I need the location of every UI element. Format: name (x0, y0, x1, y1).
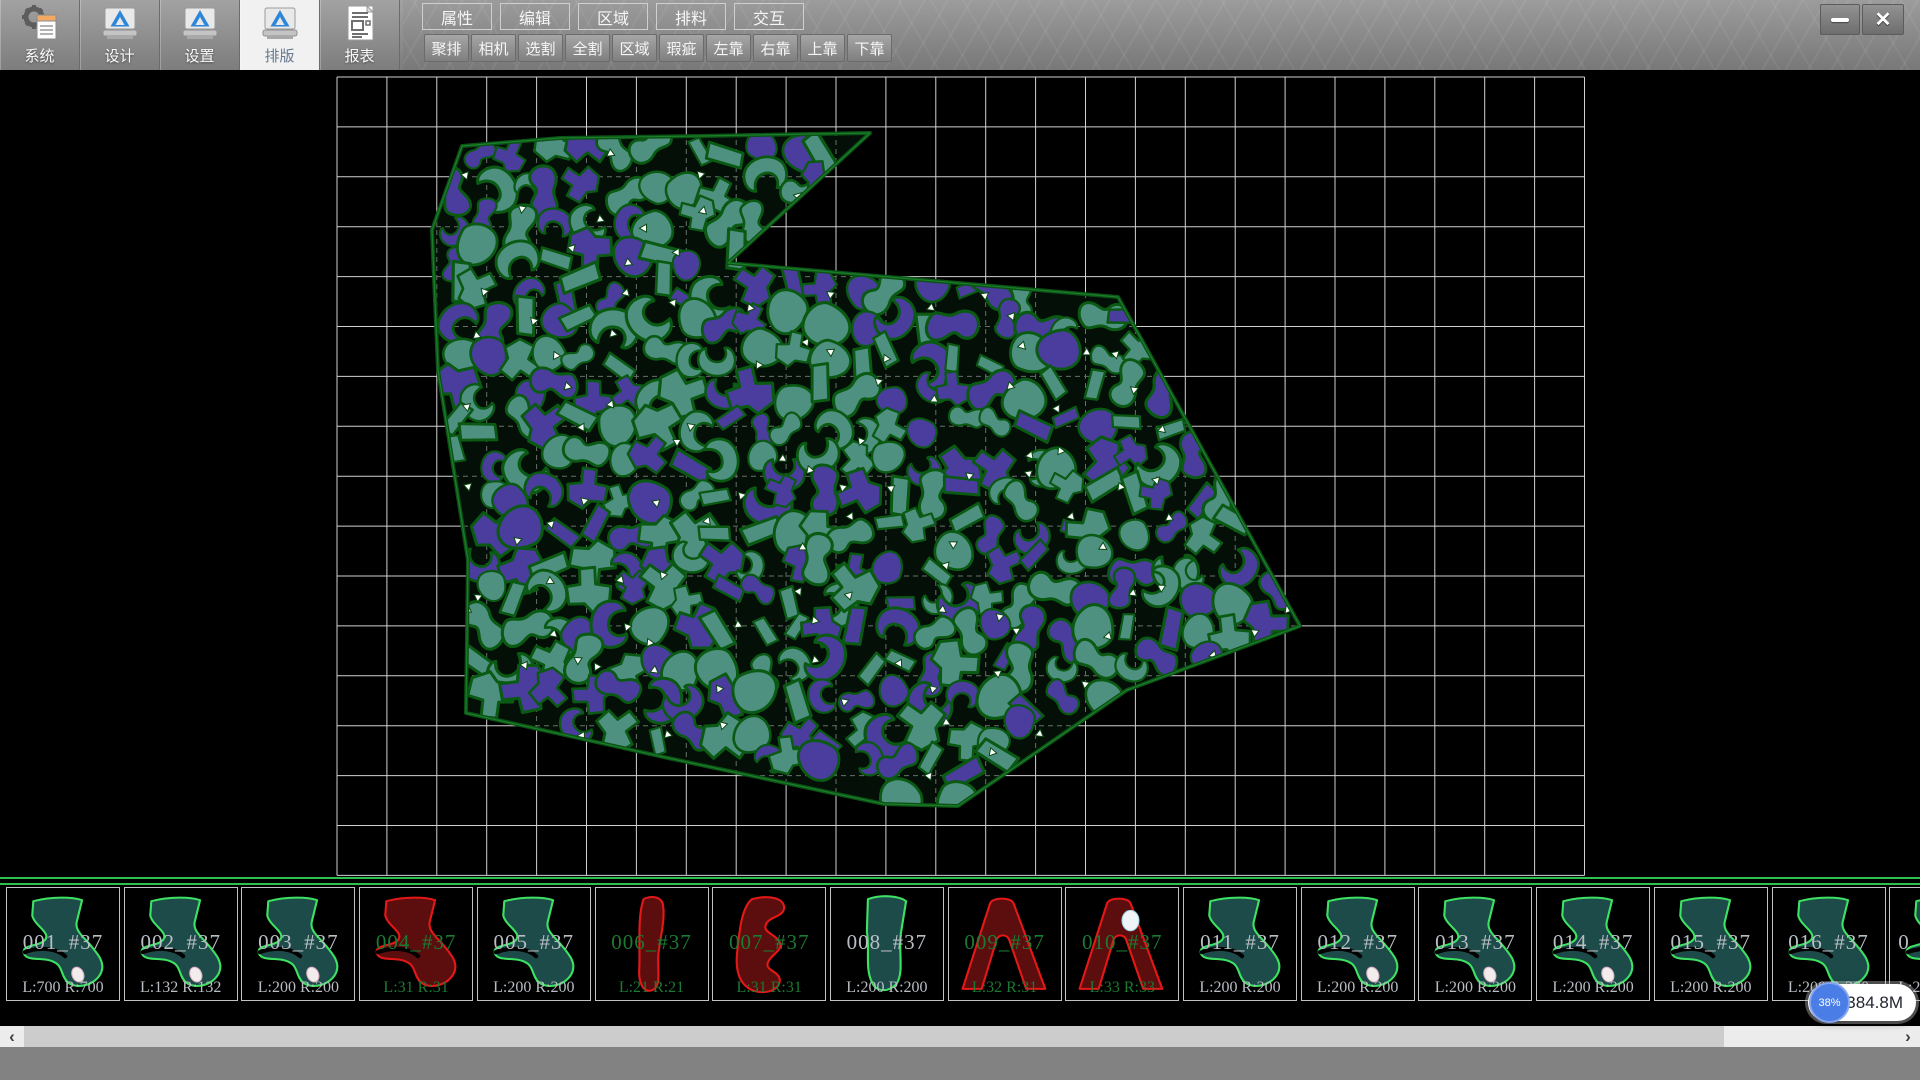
close-icon: ✕ (1875, 7, 1892, 32)
scroll-left-arrow-icon[interactable]: ‹ (0, 1026, 24, 1047)
tool-button[interactable]: 瑕疵 (659, 34, 704, 62)
piece-lr-count-label: L:33 R:33 (1066, 979, 1178, 997)
piece-lr-count-label: L:700 R:700 (7, 979, 119, 997)
nav-button-label: 排版 (264, 45, 294, 66)
green-separator (0, 877, 1920, 885)
menu-tab-row: 属性编辑区域排料交互 (422, 3, 804, 30)
thumbnail-cell[interactable]: 006_#37 L:21 R:21 (595, 887, 709, 1001)
nav-button-report[interactable]: 报表 (320, 0, 400, 70)
usage-percent-value: 38% (1818, 997, 1840, 1009)
piece-id-label: 009_#37 (949, 930, 1061, 955)
nesting-canvas[interactable] (0, 70, 1920, 877)
nav-button-label: 设计 (104, 45, 134, 66)
canvas-area (0, 70, 1920, 877)
menu-tab[interactable]: 属性 (422, 3, 492, 30)
nav-button-label: 设置 (184, 45, 214, 66)
piece-id-label: 011_#37 (1184, 930, 1296, 955)
layout-icon (260, 3, 300, 45)
scrollbar-thumb[interactable] (24, 1026, 1724, 1047)
piece-id-label: 015_#37 (1655, 930, 1767, 955)
piece-lr-count-label: L:21 R:21 (596, 979, 708, 997)
piece-lr-count-label: L:200 R:200 (1537, 979, 1649, 997)
menu-tab[interactable]: 区域 (578, 3, 648, 30)
scroll-right-arrow-icon[interactable]: › (1896, 1026, 1920, 1047)
horizontal-scrollbar[interactable]: ‹ › (0, 1026, 1920, 1047)
menu-tab[interactable]: 交互 (734, 3, 804, 30)
nav-button-system[interactable]: 系统 (0, 0, 80, 70)
report-icon (340, 3, 380, 45)
thumbnail-cell[interactable]: 015_#37 L:200 R:200 (1654, 887, 1768, 1001)
piece-id-label: 014_#37 (1537, 930, 1649, 955)
thumbnail-cell[interactable]: 013_#37 L:200 R:200 (1418, 887, 1532, 1001)
thumbnail-cell[interactable]: 001_#37 L:700 R:700 (6, 887, 120, 1001)
system-icon (20, 3, 60, 45)
design-icon (100, 3, 140, 45)
piece-id-label: 010_#37 (1066, 930, 1178, 955)
piece-lr-count-label: L:31 R:31 (713, 979, 825, 997)
thumbnail-cell[interactable]: 005_#37 L:200 R:200 (477, 887, 591, 1001)
thumbnail-cell[interactable]: 007_#37 L:31 R:31 (712, 887, 826, 1001)
thumbnail-cell[interactable]: 010_#37 L:33 R:33 (1065, 887, 1179, 1001)
nav-strip: 系统 设计 设置 排版 报表 (0, 0, 403, 70)
thumbnail-cell[interactable]: 014_#37 L:200 R:200 (1536, 887, 1650, 1001)
piece-id-label: 006_#37 (596, 930, 708, 955)
tool-button[interactable]: 相机 (471, 34, 516, 62)
tool-button[interactable]: 左靠 (706, 34, 751, 62)
tool-button-row: 聚排相机选割全割区域瑕疵左靠右靠上靠下靠 (424, 34, 892, 62)
thumbnail-cell[interactable]: 002_#37 L:132 R:132 (124, 887, 238, 1001)
thumbnail-cell[interactable]: 003_#37 L:200 R:200 (241, 887, 355, 1001)
piece-id-label: 008_#37 (831, 930, 943, 955)
piece-lr-count-label: L:32 R:31 (949, 979, 1061, 997)
tool-button[interactable]: 选割 (518, 34, 563, 62)
application-window: 系统设计设置排版报表 属性编辑区域排料交互 聚排相机选割全割区域瑕疵左靠右靠上靠… (0, 0, 1920, 1080)
usage-percent-badge: 38% (1809, 982, 1850, 1023)
nav-button-label: 系统 (24, 45, 54, 66)
piece-id-label: 012_#37 (1302, 930, 1414, 955)
nav-button-design[interactable]: 设计 (80, 0, 160, 70)
piece-id-label: 016_#37 (1773, 930, 1885, 955)
piece-lr-count-label: L:31 R:31 (360, 979, 472, 997)
piece-lr-count-label: L:132 R:132 (125, 979, 237, 997)
piece-id-label: 005_#37 (478, 930, 590, 955)
close-button[interactable]: ✕ (1862, 4, 1904, 35)
nav-button-label: 报表 (344, 45, 374, 66)
piece-thumbnail-strip: 001_#37L:700 R:700002_#37L:132 R:132003_… (0, 885, 1920, 1026)
memory-value: 384.8M (1846, 993, 1903, 1013)
piece-id-label: 002_#37 (125, 930, 237, 955)
piece-lr-count-label: L:200 R:200 (1184, 979, 1296, 997)
piece-id-label: 003_#37 (242, 930, 354, 955)
piece-id-label: 0 (1890, 930, 1920, 955)
thumbnail-cell[interactable]: 011_#37 L:200 R:200 (1183, 887, 1297, 1001)
tool-button[interactable]: 全割 (565, 34, 610, 62)
tool-button[interactable]: 右靠 (753, 34, 798, 62)
piece-id-label: 004_#37 (360, 930, 472, 955)
piece-id-label: 001_#37 (7, 930, 119, 955)
tool-button[interactable]: 聚排 (424, 34, 469, 62)
nav-button-settings[interactable]: 设置 (160, 0, 240, 70)
piece-id-label: 013_#37 (1419, 930, 1531, 955)
menu-tab[interactable]: 编辑 (500, 3, 570, 30)
settings-icon (180, 3, 220, 45)
piece-lr-count-label: L:200 R:200 (1655, 979, 1767, 997)
thumbnail-cell[interactable]: 012_#37 L:200 R:200 (1301, 887, 1415, 1001)
piece-lr-count-label: L:200 R:200 (1302, 979, 1414, 997)
thumbnail-cell[interactable]: 009_#37 L:32 R:31 (948, 887, 1062, 1001)
nav-button-layout[interactable]: 排版 (240, 0, 320, 70)
minimize-icon (1831, 18, 1849, 22)
menu-tab[interactable]: 排料 (656, 3, 726, 30)
minimize-button[interactable] (1820, 4, 1860, 35)
status-bar (0, 1047, 1920, 1080)
titlebar: 系统设计设置排版报表 属性编辑区域排料交互 聚排相机选割全割区域瑕疵左靠右靠上靠… (0, 0, 1920, 70)
thumbnail-cell[interactable]: 008_#37 L:200 R:200 (830, 887, 944, 1001)
piece-lr-count-label: L:200 R:200 (478, 979, 590, 997)
piece-lr-count-label: L:200 R:200 (1419, 979, 1531, 997)
tool-button[interactable]: 下靠 (847, 34, 892, 62)
piece-lr-count-label: L:200 R:200 (242, 979, 354, 997)
piece-id-label: 007_#37 (713, 930, 825, 955)
piece-lr-count-label: L:200 R:200 (831, 979, 943, 997)
tool-button[interactable]: 区域 (612, 34, 657, 62)
thumbnail-cell[interactable]: 004_#37 L:31 R:31 (359, 887, 473, 1001)
tool-button[interactable]: 上靠 (800, 34, 845, 62)
